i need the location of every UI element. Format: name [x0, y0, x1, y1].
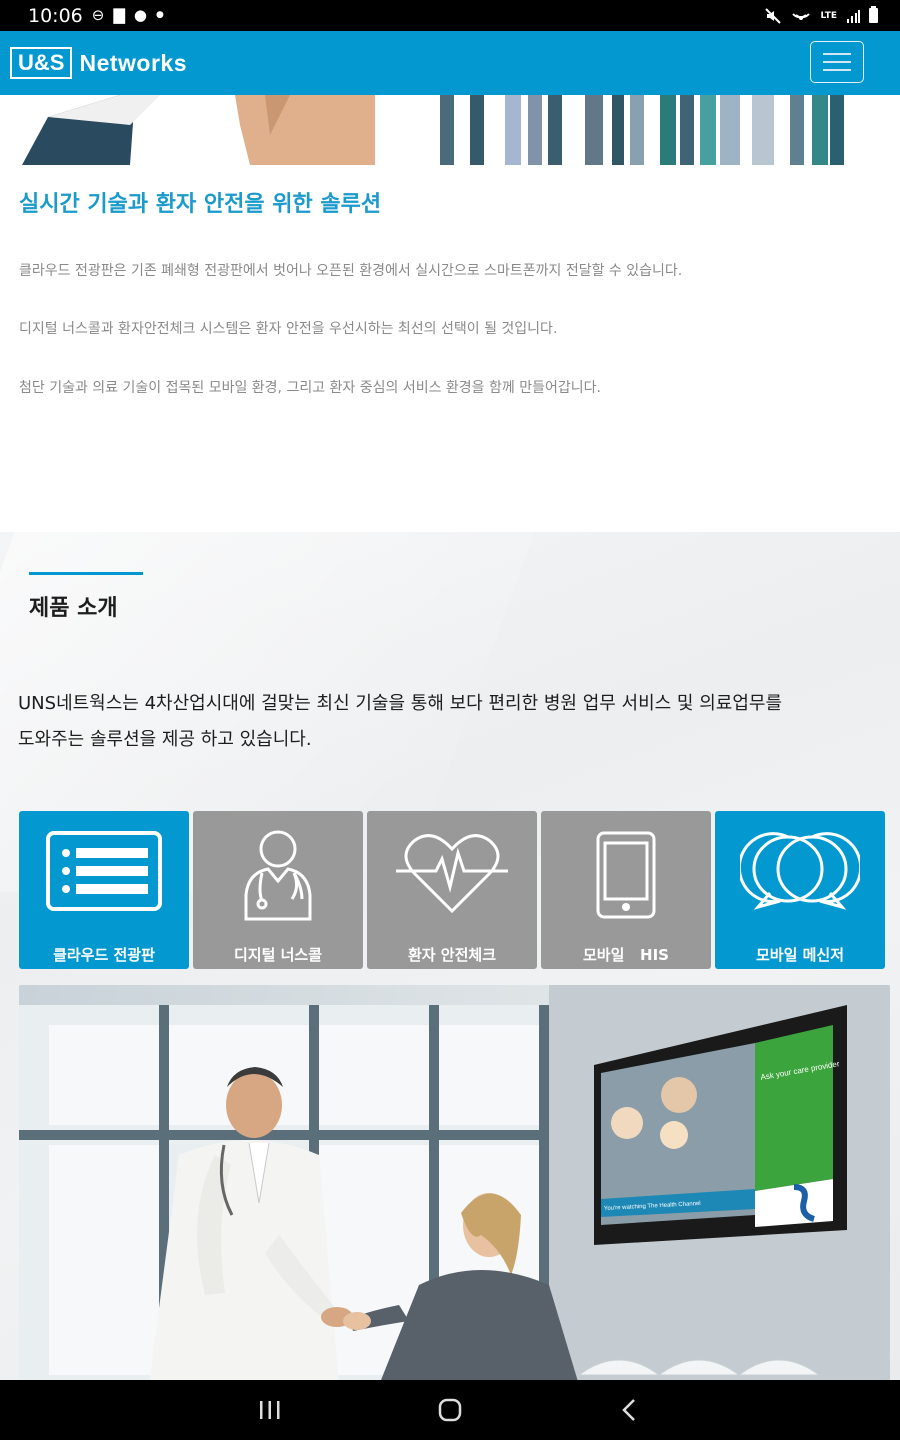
battery-icon [869, 6, 878, 23]
section-description: UNS네트웍스는 4차산업시대에 걸맞는 최신 기술을 통해 보다 편리한 병원… [18, 686, 868, 758]
product-card-mobile-messenger[interactable]: 모바일 메신저 [715, 811, 885, 969]
dot-icon: ● [155, 10, 164, 20]
message-icon: ▇ [113, 6, 125, 24]
product-card-label: 모바일 HIS [582, 946, 669, 964]
back-icon[interactable] [610, 1390, 650, 1430]
section-description-line: UNS네트웍스는 4차산업시대에 걸맞는 최신 기술을 통해 보다 편리한 병원… [18, 693, 783, 714]
hamburger-menu-icon[interactable] [810, 41, 864, 83]
logo-box: U&S [10, 47, 73, 79]
product-card-nurse-call[interactable]: 디지털 너스콜 [193, 811, 363, 969]
logo-text: Networks [79, 49, 187, 76]
hero-illustration [0, 95, 900, 167]
products-section: 제품 소개 UNS네트웍스는 4차산업시대에 걸맞는 최신 기술을 통해 보다 … [0, 532, 900, 1380]
logo[interactable]: U&S Networks [10, 47, 187, 79]
lte-icon: LTE [820, 10, 837, 21]
product-card-label: 클라우드 전광판 [53, 946, 155, 964]
section-accent-bar [29, 572, 143, 575]
status-time: 10:06 [28, 4, 83, 27]
product-card-patient-safety[interactable]: 환자 안전체크 [367, 811, 537, 969]
do-not-disturb-icon: ⊖ [91, 6, 105, 24]
intro-title: 실시간 기술과 환자 안전을 위한 솔루션 [19, 192, 382, 217]
hotspot-icon [792, 12, 811, 20]
product-card-cloud-board[interactable]: 클라우드 전광판 [19, 811, 189, 969]
intro-paragraph: 첨단 기술과 의료 기술이 접목된 모바일 환경, 그리고 환자 중심의 서비스… [19, 380, 601, 396]
home-icon[interactable] [430, 1390, 470, 1430]
product-card-label: 환자 안전체크 [407, 946, 497, 964]
chat-bubbles-icon [740, 832, 860, 910]
recent-apps-icon[interactable] [250, 1390, 290, 1430]
section-title: 제품 소개 [29, 596, 118, 621]
status-bar: 10:06 ⊖ ▇ ● ● LTE [0, 0, 900, 31]
intro-paragraph: 디지털 너스콜과 환자안전체크 시스템은 환자 안전을 우선시하는 최선의 선택… [19, 321, 558, 337]
doctor-icon [244, 830, 312, 921]
product-card-mobile-his[interactable]: 모바일 HIS [541, 811, 711, 969]
product-photo: Ask your care provider You're watching T… [19, 985, 890, 1380]
product-cards: 클라우드 전광판 디지털 너스콜 환자 안전체크 모바일 HIS 모바일 메신저 [19, 811, 885, 969]
heartbeat-icon [396, 834, 508, 914]
tablet-icon [596, 831, 656, 919]
intro-paragraph: 클라우드 전광판은 기존 폐쇄형 전광판에서 벗어나 오픈된 환경에서 실시간으… [19, 263, 683, 279]
site-header: U&S Networks [0, 31, 900, 95]
talk-icon: ● [133, 6, 147, 24]
system-nav-bar [0, 1380, 900, 1440]
list-board-icon [46, 831, 162, 911]
mute-icon [765, 7, 782, 24]
product-card-label: 모바일 메신저 [755, 946, 845, 964]
signal-icon [847, 9, 860, 23]
section-description-line: 도와주는 솔루션을 제공 하고 있습니다. [18, 729, 312, 750]
product-card-label: 디지털 너스콜 [233, 946, 323, 964]
